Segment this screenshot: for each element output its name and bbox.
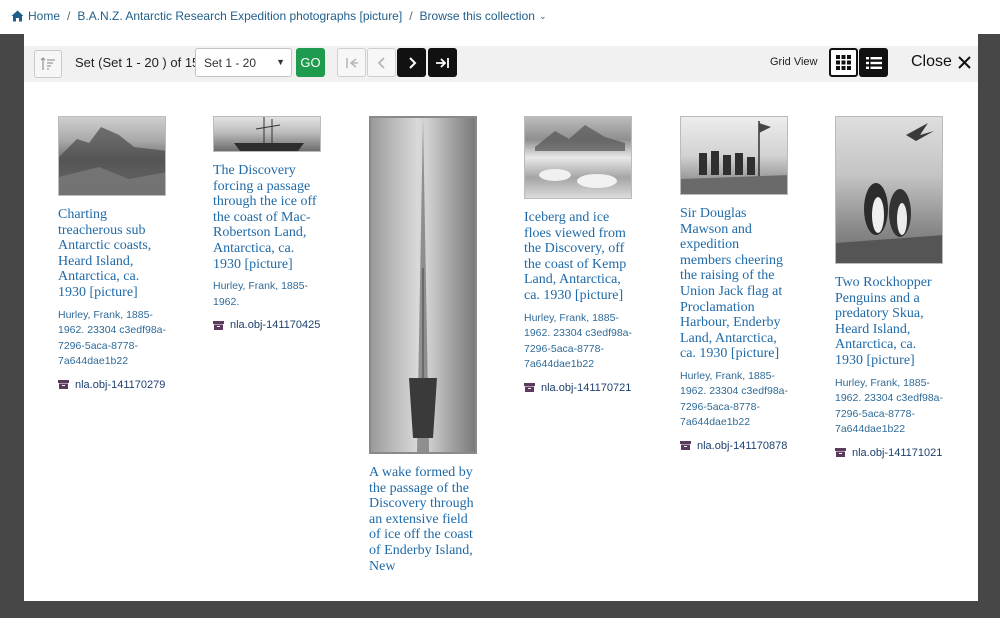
sort-button[interactable] (34, 50, 62, 78)
chevron-down-icon: ⌄ (538, 10, 547, 21)
list-item: Iceberg and ice floes viewed from the Di… (524, 116, 636, 394)
item-thumbnail[interactable] (524, 116, 632, 199)
breadcrumb: Home / B.A.N.Z. Antarctic Research Exped… (11, 9, 546, 23)
item-title-link[interactable]: Charting treacherous sub Antarctic coast… (58, 207, 170, 301)
coast-photo (59, 127, 165, 195)
item-id-label: nla.obj-141170878 (697, 439, 788, 452)
first-page-icon (345, 57, 358, 68)
breadcrumb-collection-link[interactable]: B.A.N.Z. Antarctic Research Expedition p… (77, 9, 402, 23)
iceberg-photo (535, 125, 625, 188)
sort-icon (40, 57, 55, 70)
close-icon (958, 55, 971, 69)
modal-toolbar: Set (Set 1 - 20 ) of 151 Set 1 - 20 ▼ GO… (24, 46, 978, 82)
item-thumbnail[interactable] (213, 116, 321, 152)
item-title-link[interactable]: The Discovery forcing a passage through … (213, 163, 325, 272)
flag-raising-photo (681, 121, 787, 194)
archive-box-icon (835, 448, 846, 458)
item-title-link[interactable]: Sir Douglas Mawson and expedition member… (680, 206, 792, 362)
next-page-button[interactable] (397, 48, 426, 77)
grid-view-label: Grid View (770, 56, 818, 68)
breadcrumb-separator: / (409, 9, 413, 23)
prev-page-icon (377, 56, 385, 69)
list-item: A wake formed by the passage of the Disc… (369, 116, 481, 574)
last-page-button[interactable] (428, 48, 457, 77)
list-item: Charting treacherous sub Antarctic coast… (58, 116, 170, 391)
item-title-link[interactable]: Iceberg and ice floes viewed from the Di… (524, 210, 636, 304)
archive-box-icon (58, 380, 69, 390)
close-label: Close (911, 53, 952, 70)
next-page-icon (408, 56, 416, 69)
prev-page-button[interactable] (367, 48, 396, 77)
breadcrumb-home-link[interactable]: Home (28, 9, 60, 23)
penguins-photo (836, 123, 942, 263)
set-select-value: Set 1 - 20 (204, 56, 257, 70)
list-view-button[interactable] (859, 48, 888, 77)
item-id[interactable]: nla.obj-141170721 (524, 382, 636, 394)
ship-in-ice-photo (234, 117, 304, 151)
close-button[interactable]: Close (911, 53, 971, 71)
item-creator: Hurley, Frank, 1885-1962. 23304 c3edf98a… (58, 308, 167, 368)
item-id-label: nla.obj-141171021 (852, 446, 943, 459)
item-id[interactable]: nla.obj-141170279 (58, 379, 170, 391)
list-icon (865, 56, 882, 69)
item-thumbnail[interactable] (58, 116, 166, 196)
item-id[interactable]: nla.obj-141170878 (680, 440, 792, 452)
last-page-icon (435, 57, 449, 68)
item-creator: Hurley, Frank, 1885-1962. 23304 c3edf98a… (835, 376, 944, 436)
list-item: Sir Douglas Mawson and expedition member… (680, 116, 792, 452)
breadcrumb-separator: / (67, 9, 71, 23)
list-item: Two Rockhopper Penguins and a predatory … (835, 116, 947, 459)
archive-box-icon (680, 441, 691, 451)
item-creator: Hurley, Frank, 1885-1962. 23304 c3edf98a… (680, 369, 789, 429)
chevron-down-icon: ▼ (276, 57, 285, 67)
ship-wake-photo (409, 118, 437, 452)
browse-modal: Set (Set 1 - 20 ) of 151 Set 1 - 20 ▼ GO… (24, 34, 978, 601)
first-page-button[interactable] (337, 48, 366, 77)
home-icon (11, 10, 24, 22)
item-id-label: nla.obj-141170721 (541, 381, 632, 394)
item-thumbnail[interactable] (680, 116, 788, 195)
item-id-label: nla.obj-141170279 (75, 378, 166, 391)
grid-icon (836, 55, 851, 70)
archive-box-icon (524, 383, 535, 393)
browse-collection-dropdown[interactable]: Browse this collection (420, 9, 535, 23)
item-creator: Hurley, Frank, 1885-1962. (213, 280, 308, 308)
set-select[interactable]: Set 1 - 20 ▼ (195, 48, 292, 77)
item-id[interactable]: nla.obj-141170425 (213, 319, 325, 331)
set-range-label: Set (Set 1 - 20 ) of 151 (75, 55, 207, 70)
item-thumbnail[interactable] (835, 116, 943, 264)
archive-box-icon (213, 320, 224, 330)
item-id-label: nla.obj-141170425 (230, 319, 321, 332)
item-id[interactable]: nla.obj-141171021 (835, 447, 947, 459)
item-title-link[interactable]: Two Rockhopper Penguins and a predatory … (835, 275, 947, 369)
item-thumbnail[interactable] (369, 116, 477, 454)
list-item: The Discovery forcing a passage through … (213, 116, 325, 331)
item-title-link[interactable]: A wake formed by the passage of the Disc… (369, 465, 481, 574)
grid-view-button[interactable] (829, 48, 858, 77)
go-button[interactable]: GO (296, 48, 325, 77)
top-bar: Home / B.A.N.Z. Antarctic Research Exped… (0, 0, 1000, 34)
item-creator: Hurley, Frank, 1885-1962. 23304 c3edf98a… (524, 311, 633, 371)
